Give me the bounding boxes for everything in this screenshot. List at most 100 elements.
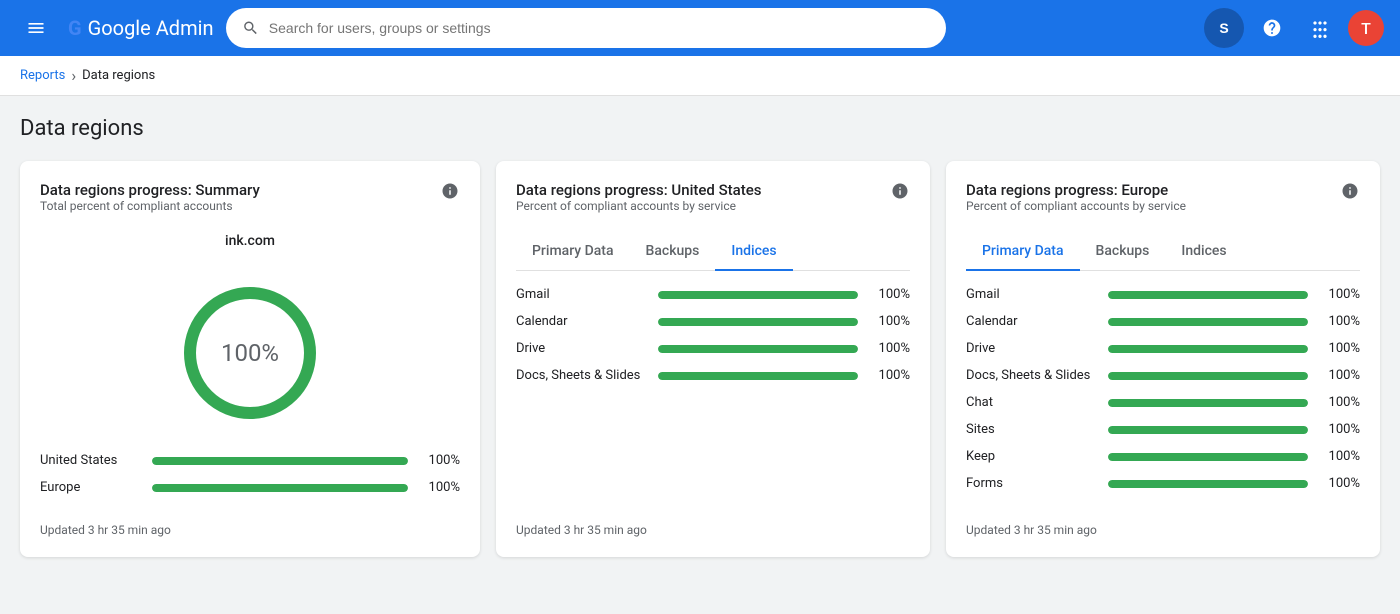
us-progress-fill xyxy=(152,457,408,465)
us-calendar-pct: 100% xyxy=(870,314,910,329)
europe-service-chat: Chat 100% xyxy=(966,395,1360,410)
region-label-europe: Europe xyxy=(40,480,140,495)
europe-chat-bar xyxy=(1108,399,1308,407)
page-title: Data regions xyxy=(20,116,1380,141)
summary-card-subtitle: Total percent of compliant accounts xyxy=(40,199,260,213)
europe-docs-label: Docs, Sheets & Slides xyxy=(966,368,1096,383)
summary-card-title: Data regions progress: Summary xyxy=(40,181,260,199)
europe-services: Gmail 100% Calendar 100% Drive xyxy=(966,287,1360,507)
europe-service-gmail: Gmail 100% xyxy=(966,287,1360,302)
europe-calendar-bar xyxy=(1108,318,1308,326)
europe-docs-bar xyxy=(1108,372,1308,380)
us-gmail-label: Gmail xyxy=(516,287,646,302)
europe-service-drive: Drive 100% xyxy=(966,341,1360,356)
breadcrumb-separator: › xyxy=(71,66,76,85)
us-card-subtitle: Percent of compliant accounts by service xyxy=(516,199,762,213)
europe-chat-label: Chat xyxy=(966,395,1096,410)
breadcrumb-reports-link[interactable]: Reports xyxy=(20,68,65,83)
us-progress-bar xyxy=(152,457,408,465)
support-button[interactable]: S xyxy=(1204,8,1244,48)
europe-service-docs: Docs, Sheets & Slides 100% xyxy=(966,368,1360,383)
app-name: Google Admin xyxy=(88,16,214,40)
summary-card: Data regions progress: Summary Total per… xyxy=(20,161,480,557)
europe-service-forms: Forms 100% xyxy=(966,476,1360,491)
europe-service-calendar: Calendar 100% xyxy=(966,314,1360,329)
europe-forms-bar xyxy=(1108,480,1308,488)
europe-sites-label: Sites xyxy=(966,422,1096,437)
domain-label: ink.com xyxy=(40,233,460,249)
page-content: Data regions Data regions progress: Summ… xyxy=(0,96,1400,577)
europe-gmail-label: Gmail xyxy=(966,287,1096,302)
us-service-gmail: Gmail 100% xyxy=(516,287,910,302)
europe-calendar-label: Calendar xyxy=(966,314,1096,329)
breadcrumb: Reports › Data regions xyxy=(0,56,1400,96)
europe-calendar-pct: 100% xyxy=(1320,314,1360,329)
europe-keep-bar xyxy=(1108,453,1308,461)
search-icon xyxy=(242,19,259,37)
us-service-calendar: Calendar 100% xyxy=(516,314,910,329)
us-tab-primary[interactable]: Primary Data xyxy=(516,233,630,271)
search-input[interactable] xyxy=(269,20,930,36)
us-card: Data regions progress: United States Per… xyxy=(496,161,930,557)
avatar[interactable]: T xyxy=(1348,10,1384,46)
europe-tab-indices[interactable]: Indices xyxy=(1165,233,1242,271)
header: G Google Admin S T xyxy=(0,0,1400,56)
cards-row: Data regions progress: Summary Total per… xyxy=(20,161,1380,557)
europe-card-subtitle: Percent of compliant accounts by service xyxy=(966,199,1186,213)
us-tabs: Primary Data Backups Indices xyxy=(516,233,910,271)
help-button[interactable] xyxy=(1252,8,1292,48)
europe-progress-bar xyxy=(152,484,408,492)
donut-chart: 100% xyxy=(40,273,460,433)
europe-gmail-pct: 100% xyxy=(1320,287,1360,302)
europe-keep-pct: 100% xyxy=(1320,449,1360,464)
europe-tab-primary[interactable]: Primary Data xyxy=(966,233,1080,271)
europe-sites-bar xyxy=(1108,426,1308,434)
europe-card-title: Data regions progress: Europe xyxy=(966,181,1186,199)
europe-drive-bar xyxy=(1108,345,1308,353)
europe-info-icon[interactable] xyxy=(1340,181,1360,201)
us-service-drive: Drive 100% xyxy=(516,341,910,356)
us-calendar-bar xyxy=(658,318,858,326)
us-pct: 100% xyxy=(420,453,460,468)
us-docs-bar xyxy=(658,372,858,380)
europe-tab-backups[interactable]: Backups xyxy=(1080,233,1166,271)
breadcrumb-current: Data regions xyxy=(82,68,155,83)
summary-info-icon[interactable] xyxy=(440,181,460,201)
us-gmail-bar xyxy=(658,291,858,299)
menu-button[interactable] xyxy=(16,8,56,48)
donut-svg: 100% xyxy=(170,273,330,433)
region-label-us: United States xyxy=(40,453,140,468)
us-drive-bar xyxy=(658,345,858,353)
us-services: Gmail 100% Calendar 100% Drive xyxy=(516,287,910,507)
us-card-title: Data regions progress: United States xyxy=(516,181,762,199)
app-logo: G Google Admin xyxy=(68,16,214,40)
europe-forms-label: Forms xyxy=(966,476,1096,491)
search-bar[interactable] xyxy=(226,8,946,48)
europe-gmail-bar xyxy=(1108,291,1308,299)
europe-progress-fill xyxy=(152,484,408,492)
europe-drive-label: Drive xyxy=(966,341,1096,356)
region-row-us: United States 100% xyxy=(40,453,460,468)
europe-pct: 100% xyxy=(420,480,460,495)
region-row-europe: Europe 100% xyxy=(40,480,460,495)
us-docs-label: Docs, Sheets & Slides xyxy=(516,368,646,383)
svg-text:100%: 100% xyxy=(221,339,279,367)
us-gmail-pct: 100% xyxy=(870,287,910,302)
europe-drive-pct: 100% xyxy=(1320,341,1360,356)
europe-service-sites: Sites 100% xyxy=(966,422,1360,437)
us-drive-pct: 100% xyxy=(870,341,910,356)
us-docs-pct: 100% xyxy=(870,368,910,383)
us-tab-indices[interactable]: Indices xyxy=(715,233,792,271)
europe-footer: Updated 3 hr 35 min ago xyxy=(966,507,1360,537)
us-info-icon[interactable] xyxy=(890,181,910,201)
us-tab-backups[interactable]: Backups xyxy=(630,233,716,271)
europe-card: Data regions progress: Europe Percent of… xyxy=(946,161,1380,557)
header-actions: S T xyxy=(1204,8,1384,48)
europe-service-keep: Keep 100% xyxy=(966,449,1360,464)
us-drive-label: Drive xyxy=(516,341,646,356)
europe-chat-pct: 100% xyxy=(1320,395,1360,410)
europe-sites-pct: 100% xyxy=(1320,422,1360,437)
europe-keep-label: Keep xyxy=(966,449,1096,464)
apps-grid-button[interactable] xyxy=(1300,8,1340,48)
google-g-icon: G xyxy=(68,16,82,40)
